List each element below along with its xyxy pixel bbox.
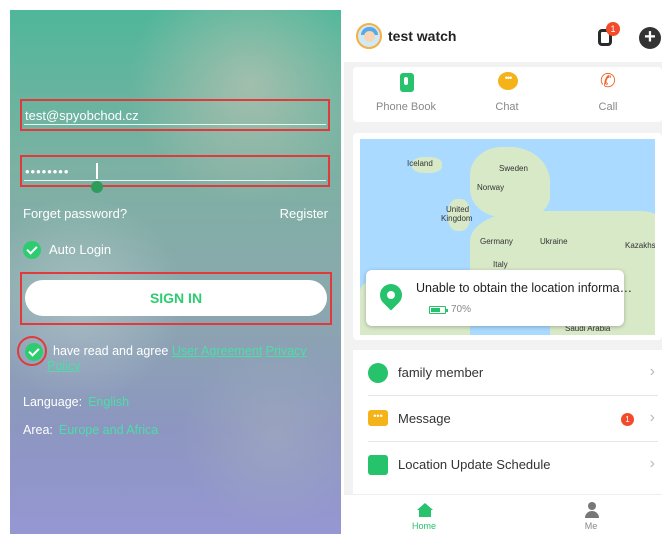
chat-button[interactable]: Chat <box>457 67 557 122</box>
home-icon <box>417 503 433 517</box>
background-photo-shadow <box>180 340 341 530</box>
register-link[interactable]: Register <box>280 206 328 221</box>
message-label: Message <box>398 411 451 426</box>
privacy-link[interactable]: Privacy <box>266 344 307 358</box>
menu-item-location-update-schedule[interactable]: Location Update Schedule › <box>368 442 658 488</box>
text-caret <box>96 163 98 179</box>
message-icon <box>368 410 388 426</box>
map-label-kazakhs: Kazakhs <box>625 241 655 250</box>
tab-home[interactable]: Home <box>364 495 484 534</box>
agree-checkbox[interactable] <box>25 343 43 361</box>
login-screen: test@spyobchod.cz •••••••• Forget passwo… <box>10 10 341 534</box>
schedule-label: Location Update Schedule <box>398 457 551 472</box>
area-row[interactable]: Area: Europe and Africa <box>23 423 158 437</box>
map-label-italy: Italy <box>493 260 508 269</box>
language-row[interactable]: Language: English <box>23 395 129 409</box>
sign-in-button[interactable]: SIGN IN <box>25 280 327 316</box>
app-header: test watch 1 + <box>344 10 662 62</box>
agreement-prefix: have read and agree <box>53 344 169 358</box>
battery-percent: 70% <box>451 304 472 315</box>
language-label: Language: <box>23 395 83 409</box>
chat-label: Chat <box>495 101 519 113</box>
forget-password-link[interactable]: Forget password? <box>23 206 127 221</box>
agreement-text: have read and agree User Agreement Priva… <box>53 344 333 358</box>
location-status-card[interactable]: Unable to obtain the location informatio… <box>366 270 634 326</box>
battery-icon <box>429 306 448 314</box>
policy-link[interactable]: Policy <box>47 359 80 373</box>
tab-home-label: Home <box>411 521 436 531</box>
language-value[interactable]: English <box>88 395 129 409</box>
menu-item-family-member[interactable]: family member › <box>368 350 658 396</box>
email-field[interactable]: test@spyobchod.cz <box>20 99 330 131</box>
chevron-right-icon: › <box>649 363 655 380</box>
tab-me-label: Me <box>584 521 598 531</box>
bottom-tab-bar: Home Me <box>344 494 662 534</box>
battery-fill <box>431 308 440 312</box>
person-icon <box>585 502 599 518</box>
password-field[interactable]: •••••••• <box>20 155 330 193</box>
map-land-scandinavia <box>470 147 550 217</box>
menu-item-message[interactable]: Message 1 › <box>368 396 658 442</box>
chevron-right-icon: › <box>649 455 655 472</box>
password-value: •••••••• <box>25 164 70 179</box>
password-underline <box>24 180 326 181</box>
text-cursor-handle[interactable] <box>91 181 103 193</box>
email-underline <box>24 124 326 125</box>
area-value[interactable]: Europe and Africa <box>59 423 158 437</box>
menu-list: family member › Message 1 › Location Upd… <box>353 350 662 500</box>
map-label-germany: Germany <box>480 237 513 246</box>
auto-login-checkbox[interactable] <box>23 241 41 259</box>
device-title[interactable]: test watch <box>388 28 456 44</box>
map-label-norway: Norway <box>477 183 505 192</box>
auto-login-label: Auto Login <box>49 242 112 257</box>
family-member-label: family member <box>398 365 484 380</box>
app-home-screen: test watch 1 + Phone Book Chat ✆ Call Ic… <box>344 10 662 534</box>
call-icon: ✆ <box>600 71 616 92</box>
call-label: Call <box>598 101 618 113</box>
schedule-icon <box>368 455 388 475</box>
map-label-iceland: Iceland <box>407 159 433 168</box>
chat-icon <box>498 72 518 90</box>
map-label-united: United <box>446 205 470 214</box>
family-member-icon <box>368 363 388 383</box>
avatar[interactable] <box>356 23 382 49</box>
area-label: Area: <box>23 423 53 437</box>
user-agreement-link[interactable]: User Agreement <box>172 344 262 358</box>
map-label-kingdom: Kingdom <box>441 214 473 223</box>
chevron-right-icon: › <box>649 409 655 426</box>
location-pin-icon <box>375 279 407 311</box>
email-value: test@spyobchod.cz <box>25 108 139 123</box>
add-device-icon[interactable]: + <box>639 27 661 49</box>
map-label-ukraine: Ukraine <box>540 237 568 246</box>
location-status-text: Unable to obtain the location informatio… <box>416 281 634 295</box>
call-button[interactable]: ✆ Call <box>558 67 658 122</box>
message-badge: 1 <box>621 413 634 426</box>
phone-book-label: Phone Book <box>376 101 436 113</box>
phone-book-icon <box>400 73 414 92</box>
tab-me[interactable]: Me <box>531 495 651 534</box>
notification-badge: 1 <box>606 22 620 36</box>
map-label-sweden: Sweden <box>499 164 528 173</box>
sign-in-highlight: SIGN IN <box>20 272 332 325</box>
quick-actions: Phone Book Chat ✆ Call <box>353 67 662 122</box>
phone-book-button[interactable]: Phone Book <box>356 67 456 122</box>
